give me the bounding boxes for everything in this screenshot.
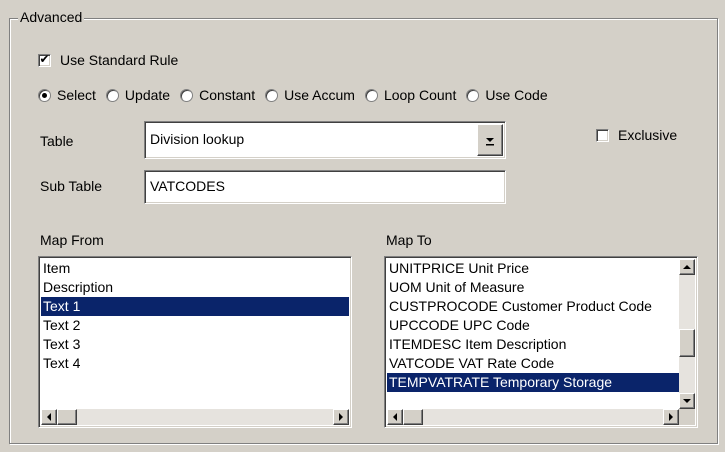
map-from-items: Item Description Text 1 Text 2 Text 3 Te… (41, 259, 349, 401)
arrow-up-icon (683, 265, 691, 269)
advanced-group-title: Advanced (18, 9, 85, 25)
dropdown-arrow-icon (486, 138, 494, 146)
radio-select-label: Select (57, 87, 96, 103)
radio-select-button[interactable] (38, 88, 51, 102)
map-from-item[interactable]: Item (41, 259, 349, 278)
table-label: Table (40, 133, 74, 149)
radio-constant-button[interactable] (180, 88, 194, 102)
map-to-scroll-corner (679, 409, 695, 425)
table-combobox[interactable]: Division lookup (144, 121, 506, 159)
map-to-vscrollbar[interactable] (679, 259, 695, 409)
check-icon: ✔ (39, 51, 50, 66)
arrow-right-icon (669, 413, 673, 421)
map-to-hscroll-thumb[interactable] (403, 409, 423, 425)
map-from-scroll-right-button[interactable] (333, 409, 349, 425)
use-standard-rule-label: Use Standard Rule (60, 52, 179, 68)
arrow-down-icon (683, 399, 691, 403)
map-to-items: UNITPRICE Unit Price UOM Unit of Measure… (387, 259, 679, 407)
radio-use-code[interactable]: Use Code (466, 87, 548, 103)
radio-loop-count[interactable]: Loop Count (364, 87, 457, 103)
radio-loop-count-label: Loop Count (383, 87, 457, 103)
radio-constant[interactable]: Constant (180, 87, 255, 103)
map-from-item[interactable]: Description (41, 278, 349, 297)
map-from-item-selected[interactable]: Text 1 (41, 297, 349, 316)
exclusive-box[interactable] (596, 128, 609, 142)
map-to-listbox[interactable]: UNITPRICE Unit Price UOM Unit of Measure… (384, 256, 698, 428)
sub-table-label: Sub Table (40, 178, 103, 194)
radio-constant-label: Constant (199, 87, 256, 103)
map-to-hscrollbar[interactable] (387, 409, 679, 425)
map-to-scroll-up-button[interactable] (679, 259, 695, 275)
arrow-left-icon (393, 413, 397, 421)
map-to-item-selected[interactable]: TEMPVATRATE Temporary Storage (387, 373, 679, 392)
map-to-vscroll-thumb[interactable] (679, 329, 695, 357)
radio-select[interactable]: Select (38, 87, 96, 103)
arrow-right-icon (339, 413, 343, 421)
radio-update[interactable]: Update (105, 87, 171, 103)
map-to-scroll-left-button[interactable] (387, 409, 403, 425)
radio-loop-count-button[interactable] (364, 88, 378, 102)
map-from-scroll-thumb[interactable] (57, 409, 77, 425)
exclusive-checkbox[interactable]: Exclusive (596, 125, 677, 145)
radio-use-code-button[interactable] (466, 88, 480, 102)
map-from-hscrollbar[interactable] (41, 409, 349, 425)
sub-table-input[interactable]: VATCODES (144, 170, 506, 204)
map-to-item[interactable]: ITEMDESC Item Description (387, 335, 679, 354)
mode-radio-group: Select Update Constant Use Accum Loop Co… (38, 84, 558, 106)
radio-use-accum[interactable]: Use Accum (265, 87, 355, 103)
map-from-item[interactable]: Text 3 (41, 335, 349, 354)
radio-update-button[interactable] (105, 88, 119, 102)
map-to-item[interactable]: UNITPRICE Unit Price (387, 259, 679, 278)
map-from-scroll-left-button[interactable] (41, 409, 57, 425)
map-to-scroll-down-button[interactable] (679, 393, 695, 409)
sub-table-value: VATCODES (150, 178, 225, 194)
map-from-listbox[interactable]: Item Description Text 1 Text 2 Text 3 Te… (38, 256, 352, 428)
use-standard-rule-box[interactable]: ✔ (38, 51, 51, 67)
radio-use-accum-label: Use Accum (284, 87, 355, 103)
radio-selected-dot (42, 92, 47, 98)
radio-use-accum-button[interactable] (265, 88, 279, 102)
map-from-item[interactable]: Text 2 (41, 316, 349, 335)
map-to-item[interactable]: CUSTPROCODE Customer Product Code (387, 297, 679, 316)
map-to-item[interactable]: UOM Unit of Measure (387, 278, 679, 297)
map-to-item[interactable]: UPCCODE UPC Code (387, 316, 679, 335)
map-from-label: Map From (40, 232, 104, 248)
use-standard-rule-checkbox[interactable]: ✔ Use Standard Rule (38, 50, 178, 70)
exclusive-label: Exclusive (618, 127, 678, 143)
map-to-label: Map To (386, 232, 432, 248)
arrow-left-icon (47, 413, 51, 421)
radio-use-code-label: Use Code (485, 87, 548, 103)
radio-update-label: Update (124, 87, 171, 103)
map-to-item[interactable]: VATCODE VAT Rate Code (387, 354, 679, 373)
table-dropdown-button[interactable] (477, 124, 503, 156)
map-from-item[interactable]: Text 4 (41, 354, 349, 373)
map-to-scroll-right-button[interactable] (663, 409, 679, 425)
table-value: Division lookup (150, 131, 245, 147)
